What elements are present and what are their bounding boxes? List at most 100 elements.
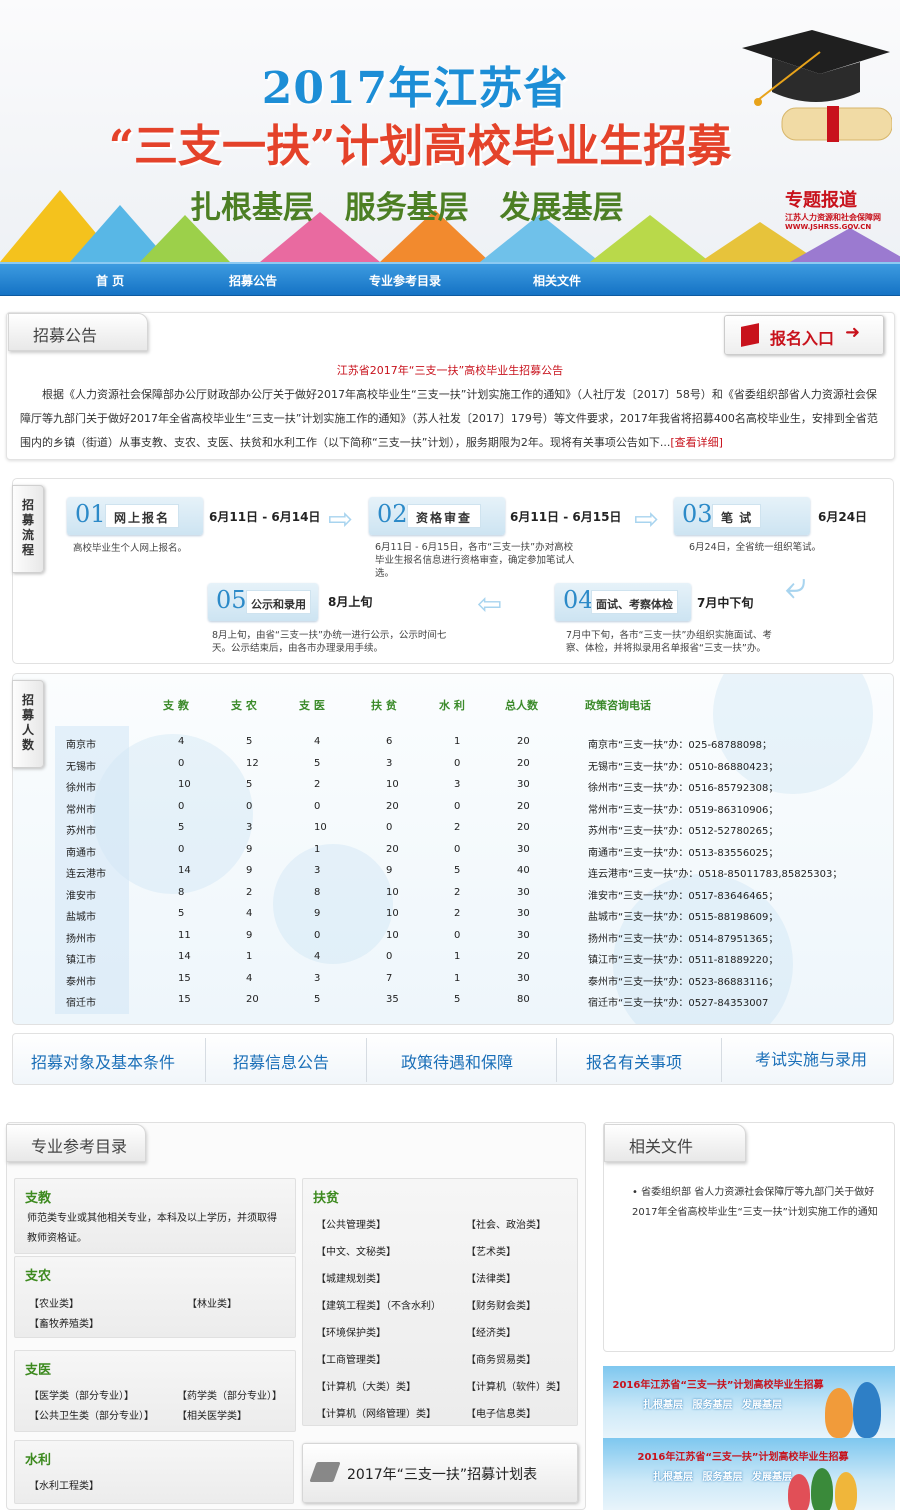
count-cell: 7: [386, 972, 393, 984]
tab-registration[interactable]: 报名有关事项: [586, 1049, 682, 1073]
count-cell: 5: [178, 908, 185, 919]
city-cell: 南京市: [66, 740, 96, 751]
major-link[interactable]: 【社会、政治类】: [466, 1216, 546, 1231]
phone-cell: 常州市“三支一扶”办：0519-86310906；: [588, 804, 779, 816]
tab-benefits[interactable]: 政策待遇和保障: [401, 1049, 513, 1073]
count-cell: 5: [454, 865, 461, 876]
section-title: 支教: [25, 1191, 52, 1206]
count-cell: 0: [454, 929, 461, 941]
major-link[interactable]: 【农业类】: [29, 1295, 79, 1310]
section-zhijiao: 支教 师范类专业或其他相关专业，本科及以上学历，并须取得 教师资格证。: [14, 1178, 296, 1254]
table-row: 宿迁市 15 20 5 35 5 80 宿迁市“三支一扶”办：0527-84353007: [0, 990, 900, 1011]
person-figure: [853, 1382, 881, 1438]
count-cell: 20: [386, 843, 399, 855]
count-cell: 30: [517, 972, 530, 984]
major-link[interactable]: 【艺术类】: [466, 1243, 516, 1258]
phone-cell: 无锡市“三支一扶”办：0510-86880423；: [588, 761, 779, 773]
col-header: 扶 贫: [371, 699, 397, 712]
nav-catalog[interactable]: 专业参考目录: [369, 272, 441, 289]
major-link[interactable]: 【畜牧养殖类】: [29, 1315, 99, 1330]
tab-announcements[interactable]: 招募信息公告: [233, 1049, 329, 1073]
ad-banner-2016-b[interactable]: 2016年江苏省“三支一扶”计划高校毕业生招募 扎根基层 服务基层 发展基层: [603, 1438, 895, 1510]
count-cell: 3: [454, 779, 461, 790]
nav-documents[interactable]: 相关文件: [533, 272, 581, 289]
count-cell: 30: [517, 908, 530, 919]
plan-table-link[interactable]: 2017年“三支一扶”招募计划表: [302, 1443, 578, 1503]
related-doc-text: 省委组织部 省人力资源社会保障厅等九部门关于做好2017年全省高校毕业生“三支一…: [632, 1187, 878, 1218]
tab-divider: [366, 1038, 367, 1082]
table-row: 扬州市 11 9 0 10 0 30 扬州市“三支一扶”办：0514-87951365；: [0, 926, 900, 947]
count-cell: 0: [386, 822, 393, 833]
count-cell: 14: [178, 951, 191, 962]
major-link[interactable]: 【公共卫生类（部分专业）】: [29, 1407, 154, 1422]
city-cell: 南通市: [66, 847, 96, 859]
count-cell: 12: [246, 757, 259, 769]
nav-home[interactable]: 首 页: [96, 272, 124, 289]
section-text: 教师资格证。: [27, 1233, 87, 1244]
city-cell: 淮安市: [66, 890, 96, 902]
count-cell: 30: [517, 886, 530, 898]
phone-cell: 南通市“三支一扶”办：0513-83556025；: [588, 847, 779, 859]
topic-badge[interactable]: 专题报道 江苏人力资源和社会保障网 WWW.JSHRSS.GOV.CN: [785, 186, 900, 231]
tab-eligibility[interactable]: 招募对象及基本条件: [31, 1049, 175, 1073]
table-row: 南通市 0 9 1 20 0 30 南通市“三支一扶”办：0513-83556025；: [0, 840, 900, 861]
count-cell: 4: [314, 736, 321, 747]
count-cell: 40: [517, 865, 530, 876]
main-nav: 首 页 招募公告 专业参考目录 相关文件: [0, 262, 900, 296]
tab-exam[interactable]: 考试实施与录用: [755, 1046, 867, 1070]
count-cell: 10: [386, 779, 399, 790]
ad-banner-2016[interactable]: 2016年江苏省“三支一扶”计划高校毕业生招募 扎根基层 服务基层 发展基层: [603, 1366, 895, 1438]
table-row: 连云港市 14 9 3 9 5 40 连云港市“三支一扶”办：0518-85011783,85…: [0, 861, 900, 882]
major-link[interactable]: 【相关医学类】: [177, 1407, 247, 1422]
section-title: 水利: [25, 1453, 52, 1468]
major-link[interactable]: 【城建规划类】: [316, 1270, 386, 1285]
phone-cell: 淮安市“三支一扶”办：0517-83646465；: [588, 890, 779, 902]
step-desc: 6月24日，全省统一组织笔试。: [689, 542, 822, 553]
major-link[interactable]: 【工商管理类】: [316, 1351, 386, 1366]
count-cell: 15: [178, 972, 191, 984]
major-link[interactable]: 【药学类（部分专业）】: [177, 1387, 282, 1402]
banner-title-main: “三支一扶”计划高校毕业生招募: [108, 121, 732, 172]
banner-slogan: 扎根基层 服务基层 发展基层: [190, 190, 624, 226]
step-05: 05 公示和录用: [208, 583, 318, 621]
major-link[interactable]: 【经济类】: [466, 1324, 516, 1339]
count-cell: 4: [246, 908, 253, 919]
notice-title[interactable]: 江苏省2017年“三支一扶”高校毕业生招募公告: [0, 362, 900, 378]
related-tab: 相关文件: [604, 1124, 746, 1162]
notice-text: 根据《人力资源社会保障部办公厅财政部办公厅关于做好2017年高校毕业生“三支一扶…: [20, 388, 878, 449]
process-tab: 招募流程: [12, 485, 44, 573]
nav-notice[interactable]: 招募公告: [229, 272, 277, 289]
major-link[interactable]: 【计算机（大类）类】: [316, 1378, 416, 1393]
major-link[interactable]: 【计算机（网络管理）类】: [316, 1405, 436, 1420]
read-more-link[interactable]: [查看详细]: [670, 436, 723, 449]
count-cell: 30: [517, 779, 530, 790]
step-desc: 7月中下旬，各市“三支一扶”办组织实施面试、考察、体检，并将拟录用名单报省“三支…: [566, 630, 772, 654]
register-button[interactable]: 报名入口 ➜: [724, 315, 884, 355]
arrow-right-icon: ⇨: [328, 502, 354, 537]
major-link[interactable]: 【建筑工程类】（不含水利）: [316, 1297, 441, 1312]
table-row: 南京市 4 5 4 6 1 20 南京市“三支一扶”办：025-68788098；: [0, 732, 900, 753]
related-doc-link[interactable]: • 省委组织部 省人力资源社会保障厅等九部门关于做好2017年全省高校毕业生“三…: [632, 1183, 890, 1223]
graduation-cap-icon: [742, 30, 892, 142]
count-cell: 20: [386, 800, 399, 812]
major-link[interactable]: 【电子信息类】: [466, 1405, 536, 1420]
major-link[interactable]: 【林业类】: [187, 1295, 237, 1310]
major-link[interactable]: 【计算机（软件）类】: [466, 1378, 566, 1393]
major-link[interactable]: 【水利工程类】: [29, 1477, 99, 1492]
section-title: 扶贫: [313, 1191, 340, 1206]
major-link[interactable]: 【商务贸易类】: [466, 1351, 536, 1366]
count-cell: 0: [246, 800, 253, 812]
major-link[interactable]: 【财务财会类】: [466, 1297, 536, 1312]
count-cell: 15: [178, 994, 191, 1005]
major-link[interactable]: 【环境保护类】: [316, 1324, 386, 1339]
step-num: 02: [377, 500, 408, 528]
count-cell: 2: [314, 779, 321, 790]
step-date: 7月中下旬: [697, 596, 754, 610]
major-link[interactable]: 【医学类（部分专业）】: [29, 1387, 134, 1402]
count-cell: 1: [314, 843, 321, 855]
count-cell: 10: [386, 929, 399, 941]
major-link[interactable]: 【公共管理类】: [316, 1216, 386, 1231]
count-cell: 4: [178, 736, 185, 747]
major-link[interactable]: 【法律类】: [466, 1270, 516, 1285]
major-link[interactable]: 【中文、文秘类】: [316, 1243, 396, 1258]
